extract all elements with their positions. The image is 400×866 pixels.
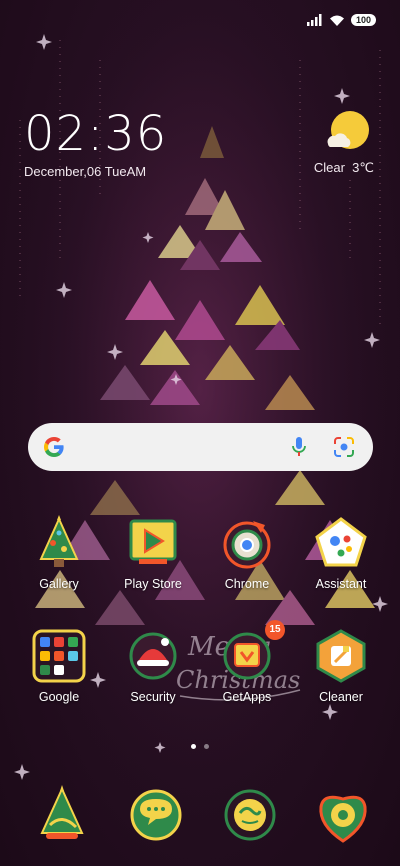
dock-phone[interactable]	[32, 785, 92, 845]
messages-icon	[130, 789, 182, 841]
app-label: Play Store	[124, 577, 182, 591]
app-label: Cleaner	[319, 690, 363, 704]
search-input[interactable]	[88, 435, 288, 459]
clock-widget[interactable]: 02:36 December,06 TueAM	[24, 108, 167, 179]
sun-cloud-icon	[327, 111, 369, 149]
status-icons: 100	[307, 14, 376, 26]
app-gallery[interactable]: Gallery	[13, 515, 105, 591]
weather-temperature: 3℃	[352, 160, 374, 175]
notification-badge: 15	[265, 620, 285, 640]
status-bar: 100	[0, 0, 400, 40]
play-store-icon	[129, 519, 177, 564]
phone-icon	[40, 785, 84, 839]
app-assistant[interactable]: Assistant	[295, 515, 387, 591]
app-label: Assistant	[315, 577, 367, 591]
app-cleaner[interactable]: Cleaner	[295, 628, 387, 704]
app-play-store[interactable]: Play Store	[107, 515, 199, 591]
page-dot-active[interactable]	[191, 744, 196, 749]
app-getapps[interactable]: 15 GetApps	[201, 620, 293, 704]
weather-text: Clear 3℃	[294, 160, 374, 176]
weather-condition: Clear	[313, 160, 345, 175]
dock-camera[interactable]	[313, 785, 373, 845]
security-icon	[129, 632, 177, 680]
dock-messages[interactable]	[126, 785, 186, 845]
camera-icon	[319, 795, 367, 843]
wifi-icon	[330, 15, 344, 26]
weather-widget[interactable]: Clear 3℃	[294, 110, 374, 176]
app-label: Security	[130, 690, 176, 704]
page-dot[interactable]	[204, 744, 209, 749]
browser-icon	[224, 789, 276, 841]
signal-icon	[307, 14, 322, 26]
app-chrome[interactable]: Chrome	[201, 515, 293, 591]
google-search-bar[interactable]	[28, 423, 373, 471]
google-folder-icon	[32, 629, 86, 683]
assistant-icon	[315, 517, 367, 567]
google-logo-icon	[44, 437, 64, 457]
app-label: GetApps	[222, 690, 272, 704]
gallery-icon	[39, 515, 79, 567]
clock-date: December,06 TueAM	[24, 164, 147, 179]
app-label: Google	[38, 690, 80, 704]
mic-icon[interactable]	[291, 435, 307, 459]
app-security[interactable]: Security	[107, 628, 199, 704]
app-label: Chrome	[224, 577, 270, 591]
app-label: Gallery	[39, 577, 79, 591]
cleaner-icon	[316, 629, 366, 683]
dock-browser[interactable]	[220, 785, 280, 845]
lens-icon[interactable]	[333, 436, 355, 458]
chrome-icon	[223, 521, 271, 569]
clock-time: 02:36	[24, 106, 168, 162]
app-google-folder[interactable]: Google	[13, 628, 105, 704]
page-indicator[interactable]	[0, 744, 400, 749]
battery-indicator: 100	[351, 14, 376, 26]
